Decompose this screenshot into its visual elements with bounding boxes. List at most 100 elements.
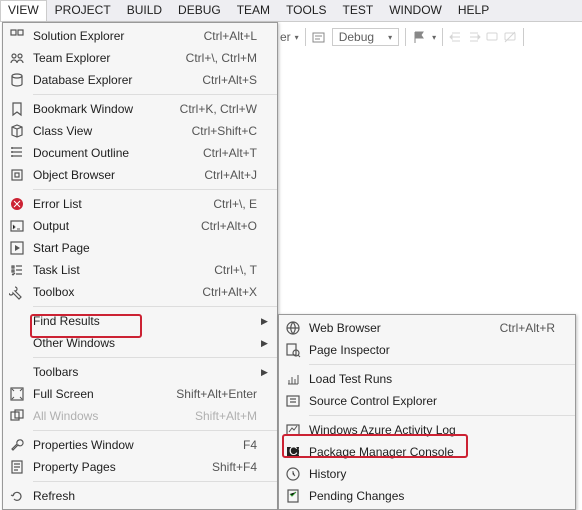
- view-item-error-list[interactable]: Error ListCtrl+\, E: [3, 193, 277, 215]
- menu-item-label: Document Outline: [27, 146, 203, 160]
- otherwin-item-history[interactable]: History: [279, 463, 575, 485]
- view-item-other-windows[interactable]: Other Windows▶: [3, 332, 277, 354]
- otherwin-item-package-manager-console[interactable]: C:\Package Manager Console: [279, 441, 575, 463]
- solution-icon: [7, 28, 27, 44]
- view-item-start-page[interactable]: Start Page: [3, 237, 277, 259]
- menu-item-label: Windows Azure Activity Log: [303, 423, 555, 437]
- object-icon: [7, 167, 27, 183]
- pmc-icon: C:\: [283, 444, 303, 460]
- otherwin-item-load-test-runs[interactable]: Load Test Runs: [279, 368, 575, 390]
- db-icon: [7, 72, 27, 88]
- indent-left-icon[interactable]: [449, 30, 463, 44]
- menu-item-label: Start Page: [27, 241, 257, 255]
- task-icon: [7, 262, 27, 278]
- allwin-icon: [7, 408, 27, 424]
- otherwin-item-windows-azure-activity-log[interactable]: Windows Azure Activity Log: [279, 419, 575, 441]
- menu-item-shortcut: Ctrl+\, T: [214, 263, 261, 277]
- view-item-find-results[interactable]: Find Results ▶: [3, 310, 277, 332]
- refresh-icon: [7, 488, 27, 504]
- class-icon: [7, 123, 27, 139]
- view-item-toolbox[interactable]: ToolboxCtrl+Alt+X: [3, 281, 277, 303]
- proppages-icon: [7, 459, 27, 475]
- flag-icon[interactable]: [412, 30, 428, 44]
- view-item-document-outline[interactable]: Document OutlineCtrl+Alt+T: [3, 142, 277, 164]
- bookmark-icon: [7, 101, 27, 117]
- uncomment-icon[interactable]: [503, 30, 517, 44]
- menu-item-label: Package Manager Console: [303, 445, 555, 459]
- toolbar-fragment: er ▾ Debug▾ ▾: [280, 28, 526, 46]
- view-item-refresh[interactable]: Refresh: [3, 485, 277, 507]
- otherwin-item-pending-changes[interactable]: Pending Changes: [279, 485, 575, 507]
- otherwin-item-source-control-explorer[interactable]: Source Control Explorer: [279, 390, 575, 412]
- menu-team[interactable]: TEAM: [229, 0, 278, 21]
- menu-item-shortcut: F4: [243, 438, 261, 452]
- view-menu-dropdown: Solution ExplorerCtrl+Alt+LTeam Explorer…: [2, 22, 278, 510]
- menu-item-label: Toolbox: [27, 285, 202, 299]
- menu-item-label: Class View: [27, 124, 192, 138]
- comment-icon[interactable]: [485, 30, 499, 44]
- view-item-solution-explorer[interactable]: Solution ExplorerCtrl+Alt+L: [3, 25, 277, 47]
- outline-icon: [7, 145, 27, 161]
- view-item-task-list[interactable]: Task ListCtrl+\, T: [3, 259, 277, 281]
- menu-item-shortcut: Ctrl+Shift+C: [192, 124, 261, 138]
- menu-tools[interactable]: TOOLS: [278, 0, 334, 21]
- menu-item-shortcut: Ctrl+Alt+O: [201, 219, 261, 233]
- fullscreen-icon: [7, 386, 27, 402]
- menu-item-label: Page Inspector: [303, 343, 555, 357]
- view-item-bookmark-window[interactable]: Bookmark WindowCtrl+K, Ctrl+W: [3, 98, 277, 120]
- menu-item-label: Property Pages: [27, 460, 212, 474]
- other-windows-submenu: Web BrowserCtrl+Alt+R Page Inspector Load …: [278, 314, 576, 510]
- menu-item-shortcut: Ctrl+Alt+T: [203, 146, 261, 160]
- submenu-arrow-icon: ▶: [261, 316, 271, 327]
- pending-icon: [283, 488, 303, 504]
- web-icon: [283, 320, 303, 336]
- menu-help[interactable]: HELP: [450, 0, 497, 21]
- loadtest-icon: [283, 371, 303, 387]
- view-item-properties-window[interactable]: Properties WindowF4: [3, 434, 277, 456]
- view-item-class-view[interactable]: Class ViewCtrl+Shift+C: [3, 120, 277, 142]
- menu-project[interactable]: PROJECT: [47, 0, 119, 21]
- view-item-toolbars[interactable]: Toolbars▶: [3, 361, 277, 383]
- menu-item-label: Other Windows: [27, 336, 257, 350]
- menu-window[interactable]: WINDOW: [381, 0, 450, 21]
- menu-item-shortcut: Ctrl+\, E: [213, 197, 261, 211]
- menu-test[interactable]: TEST: [335, 0, 382, 21]
- team-icon: [7, 50, 27, 66]
- menu-item-shortcut: Shift+Alt+Enter: [176, 387, 261, 401]
- menu-view[interactable]: VIEW: [0, 0, 47, 21]
- config-selector[interactable]: Debug▾: [332, 28, 399, 46]
- indent-right-icon[interactable]: [467, 30, 481, 44]
- submenu-arrow-icon: ▶: [261, 367, 271, 378]
- menu-item-shortcut: Ctrl+\, Ctrl+M: [186, 51, 261, 65]
- browse-icon[interactable]: [312, 30, 328, 44]
- otherwin-item-web-browser[interactable]: Web BrowserCtrl+Alt+R: [279, 317, 575, 339]
- menu-item-label: Find Results: [27, 314, 257, 328]
- menu-debug[interactable]: DEBUG: [170, 0, 229, 21]
- toolbox-icon: [7, 284, 27, 300]
- menu-item-label: Full Screen: [27, 387, 176, 401]
- menu-item-label: Output: [27, 219, 201, 233]
- history-icon: [283, 466, 303, 482]
- menu-item-label: Load Test Runs: [303, 372, 555, 386]
- error-icon: [7, 196, 27, 212]
- view-item-object-browser[interactable]: Object BrowserCtrl+Alt+J: [3, 164, 277, 186]
- view-item-property-pages[interactable]: Property PagesShift+F4: [3, 456, 277, 478]
- menu-item-shortcut: Ctrl+Alt+S: [202, 73, 261, 87]
- menu-item-label: Database Explorer: [27, 73, 202, 87]
- menu-item-label: Bookmark Window: [27, 102, 180, 116]
- menu-item-shortcut: Ctrl+K, Ctrl+W: [180, 102, 261, 116]
- menu-item-label: Error List: [27, 197, 213, 211]
- svg-text:C:\: C:\: [289, 444, 301, 458]
- view-item-all-windows: All WindowsShift+Alt+M: [3, 405, 277, 427]
- dropdown-caret[interactable]: ▾: [295, 33, 299, 42]
- menubar: VIEWPROJECTBUILDDEBUGTEAMTOOLSTESTWINDOW…: [0, 0, 582, 22]
- menu-build[interactable]: BUILD: [119, 0, 170, 21]
- view-item-database-explorer[interactable]: Database ExplorerCtrl+Alt+S: [3, 69, 277, 91]
- menu-item-shortcut: Shift+F4: [212, 460, 261, 474]
- start-icon: [7, 240, 27, 256]
- toolbar-er-text: er: [280, 30, 291, 44]
- view-item-team-explorer[interactable]: Team ExplorerCtrl+\, Ctrl+M: [3, 47, 277, 69]
- view-item-output[interactable]: OutputCtrl+Alt+O: [3, 215, 277, 237]
- otherwin-item-page-inspector[interactable]: Page Inspector: [279, 339, 575, 361]
- view-item-full-screen[interactable]: Full ScreenShift+Alt+Enter: [3, 383, 277, 405]
